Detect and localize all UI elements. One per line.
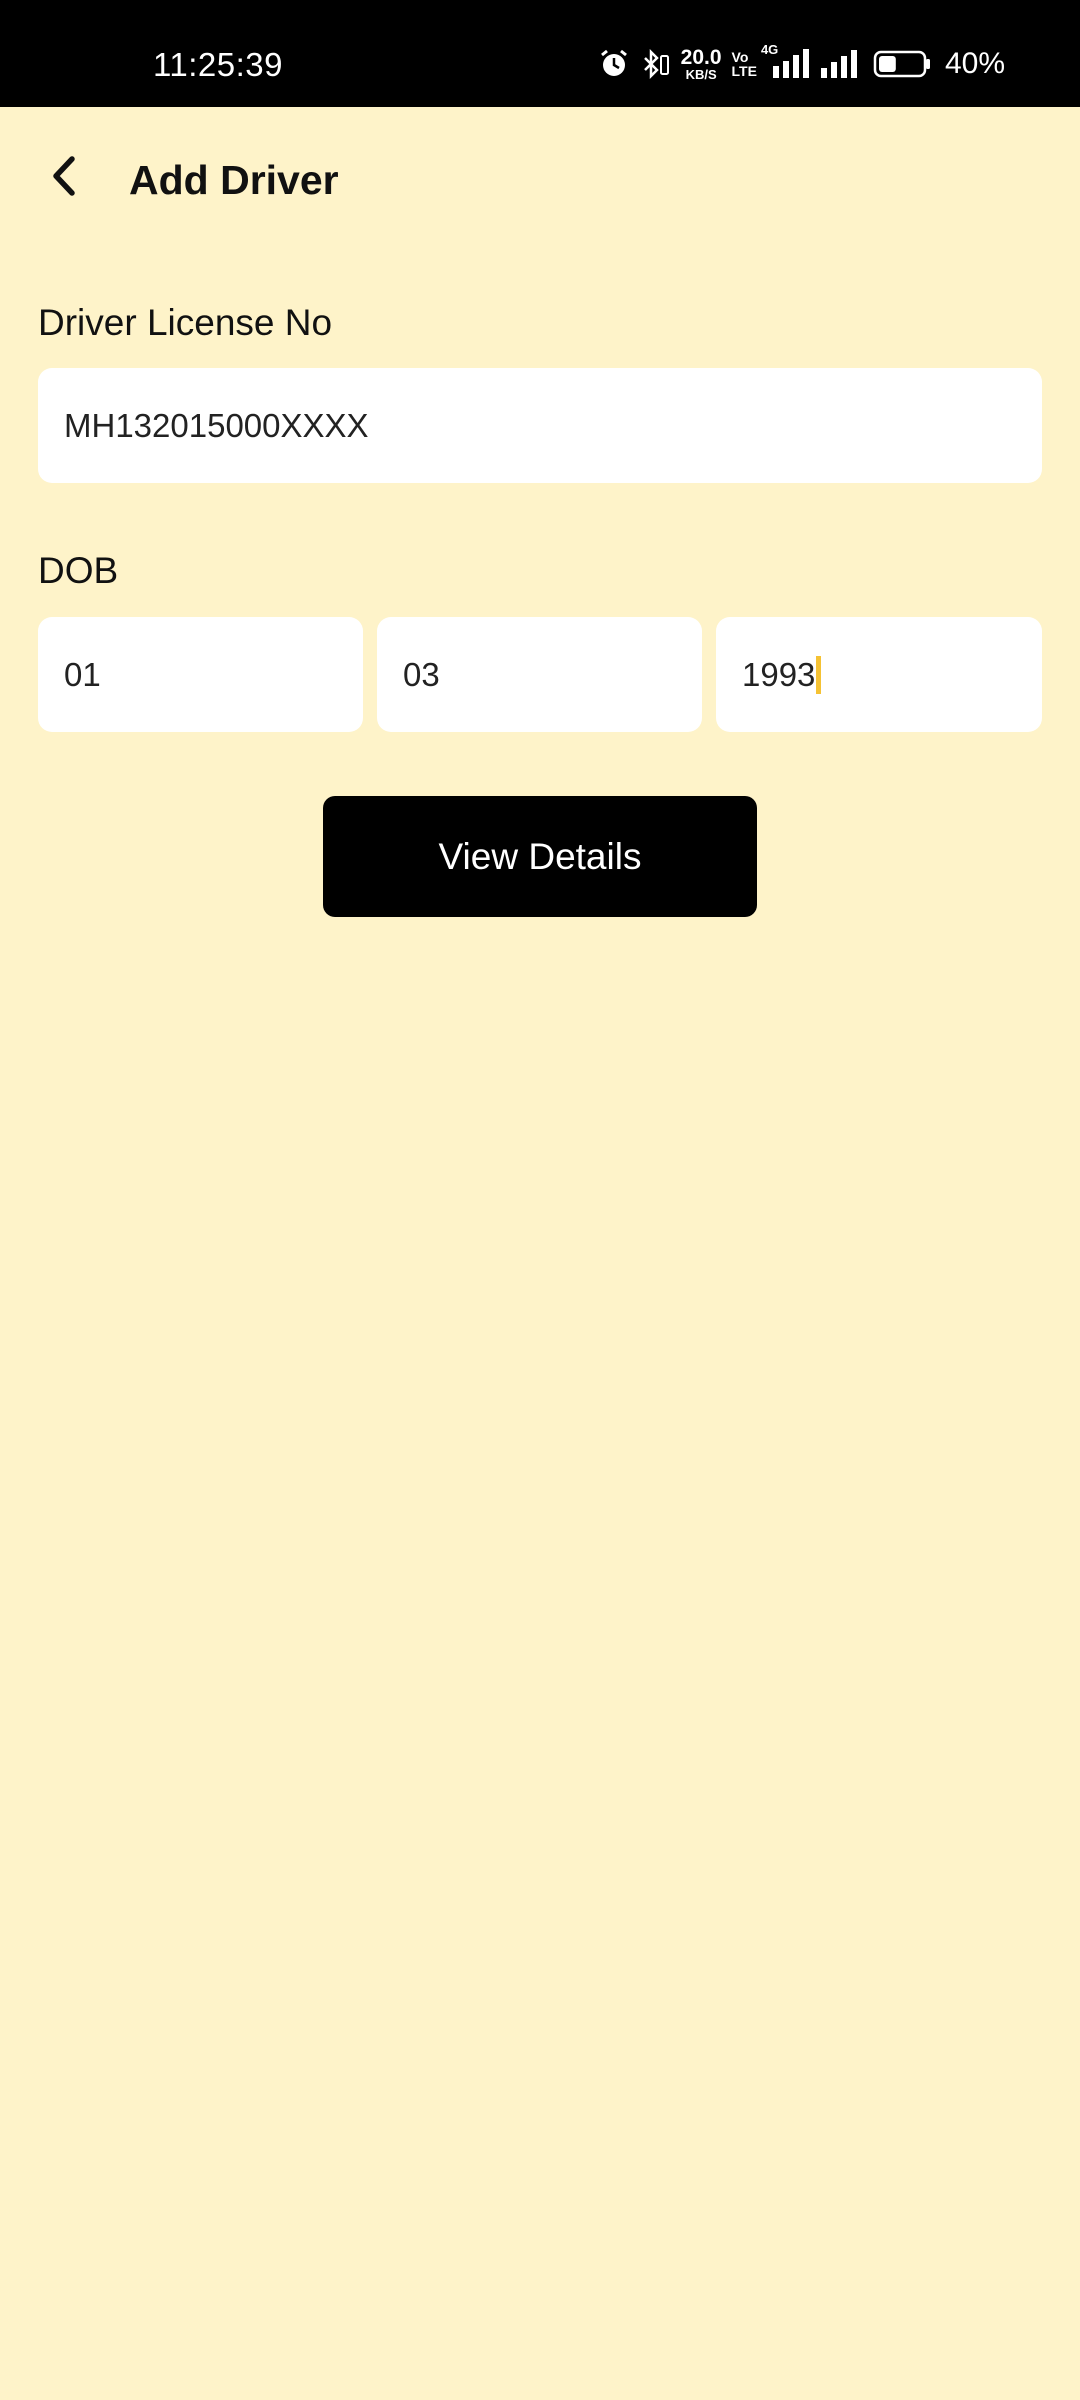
bluetooth-icon: [639, 48, 671, 80]
license-label: Driver License No: [38, 302, 333, 343]
license-number-value: MH132015000XXXX: [64, 406, 369, 444]
dob-year-field[interactable]: 1993: [716, 617, 1042, 732]
battery-percent: 40%: [944, 47, 1005, 80]
signal-4g-icon: 4G: [761, 42, 809, 80]
dob-label: DOB: [38, 550, 119, 591]
app-header: Add Driver: [0, 107, 1080, 262]
status-time: 11:25:39: [153, 46, 284, 83]
dob-year-value: 1993: [742, 655, 816, 693]
network-type-label: 4G: [760, 42, 779, 57]
volte-bottom-label: LTE: [731, 63, 757, 79]
dob-month-field[interactable]: 03: [377, 617, 702, 732]
license-number-field[interactable]: MH132015000XXXX: [38, 368, 1042, 483]
dob-month-value: 03: [403, 655, 440, 693]
back-button[interactable]: [38, 153, 88, 203]
status-bar: 11:25:39 20.0 KB/S Vo LTE 4G 40%: [0, 0, 1080, 107]
view-details-button[interactable]: View Details: [323, 796, 757, 917]
volte-top-label: Vo: [731, 49, 749, 65]
page-title: Add Driver: [129, 157, 339, 203]
network-speed-unit: KB/S: [685, 67, 717, 82]
text-cursor: [816, 655, 822, 694]
volte-indicator: Vo LTE: [732, 50, 757, 78]
dob-day-field[interactable]: 01: [38, 617, 363, 732]
signal-icon: [819, 48, 863, 80]
battery-icon: [873, 49, 931, 79]
network-speed-value: 20.0: [680, 46, 722, 69]
alarm-icon: [599, 49, 629, 79]
network-speed: 20.0 KB/S: [681, 47, 722, 81]
dob-day-value: 01: [64, 655, 101, 693]
status-icons: 20.0 KB/S Vo LTE 4G 40%: [599, 42, 1005, 84]
back-arrow-icon: [48, 155, 78, 202]
